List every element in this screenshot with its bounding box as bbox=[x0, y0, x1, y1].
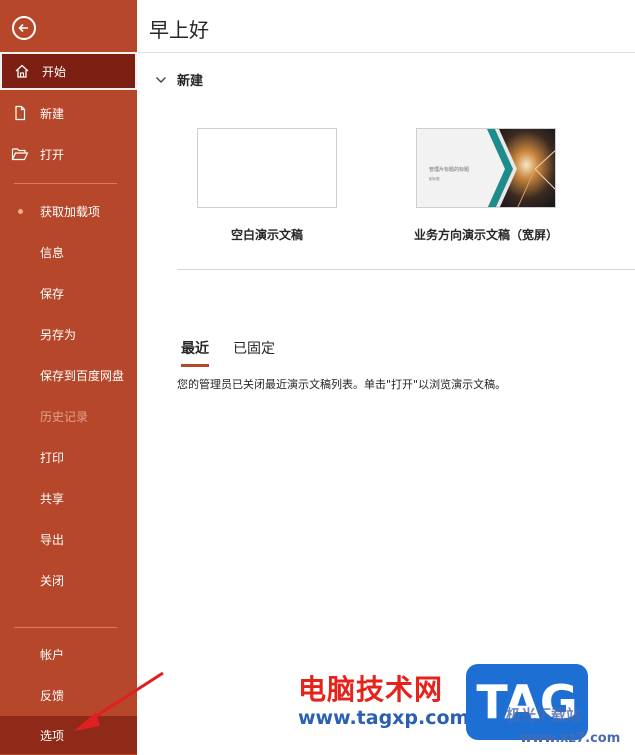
watermark-logo-url: www.xz7.com bbox=[520, 731, 621, 746]
watermark-url: www.tagxp.com bbox=[298, 707, 470, 729]
watermark-logo: TAG bbox=[466, 664, 588, 740]
annotation-arrow bbox=[74, 671, 164, 731]
watermark-logo-sub: 极光下载站 bbox=[506, 706, 582, 724]
watermark-text: 电脑技术网 bbox=[298, 673, 444, 706]
